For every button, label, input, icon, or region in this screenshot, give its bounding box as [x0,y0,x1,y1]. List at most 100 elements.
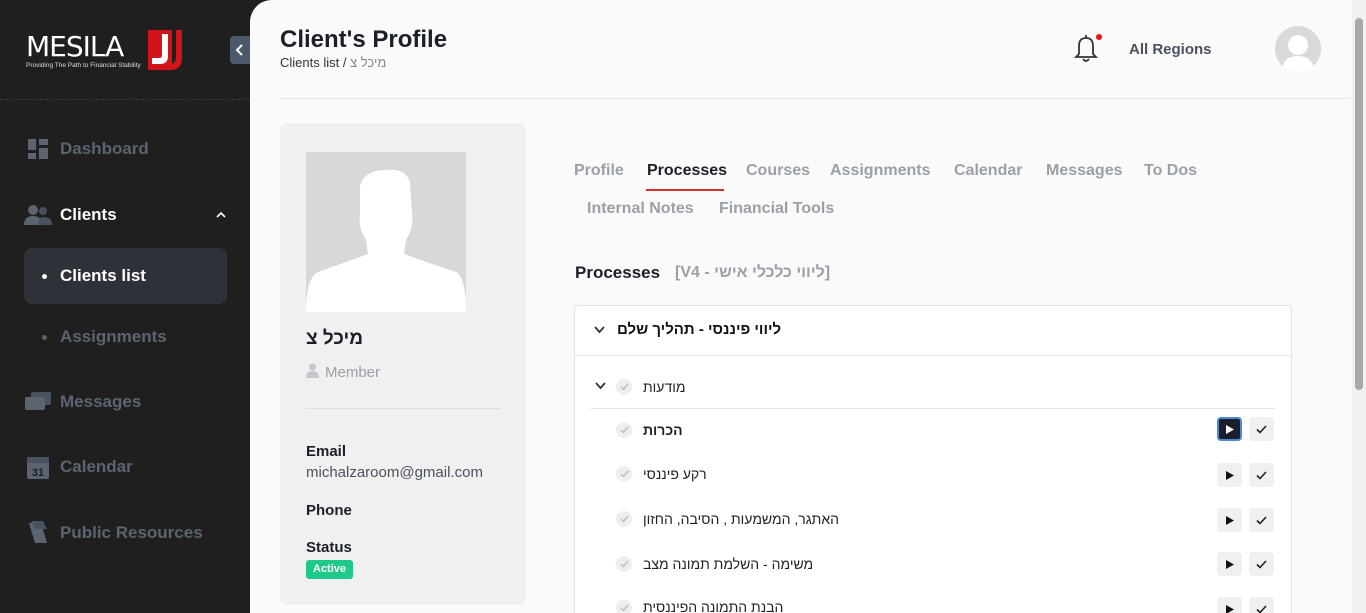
sidebar-item-label: Clients list [60,266,146,285]
sidebar: MESILA Providing The Path to Financial S… [0,0,250,613]
mark-complete-button[interactable] [1249,417,1274,441]
header-divider [280,98,1350,99]
tab-profile[interactable]: Profile [574,162,624,180]
play-icon [1225,424,1234,434]
check-icon [616,466,632,482]
region-selector[interactable]: All Regions [1129,41,1212,58]
sidebar-divider [0,99,250,100]
process-step-title[interactable]: האתגר, המשמעות , הסיבה, החזון [643,511,839,527]
sidebar-item-messages[interactable]: Messages [24,382,141,422]
client-name: מיכל צ [306,328,363,349]
profile-card: מיכל צ Member Email michalzaroom@gmail.c… [280,123,526,605]
avatar-silhouette-icon [1281,35,1315,72]
sidebar-item-clients-list[interactable]: Clients list [24,248,227,304]
mark-complete-button[interactable] [1249,552,1274,576]
chevron-down-icon[interactable] [595,378,606,393]
notification-bell-icon[interactable] [1074,34,1098,64]
status-badge: Active [306,560,354,579]
tab-todos[interactable]: To Dos [1144,162,1197,180]
sidebar-item-label: Calendar [60,457,133,476]
check-icon [616,511,632,527]
user-icon [306,363,319,382]
logo-j-mark [148,30,182,70]
check-icon [616,422,632,438]
check-icon [1256,424,1267,434]
chevron-left-icon [235,44,243,56]
check-icon [616,556,632,572]
email-label: Email [306,443,347,460]
play-button[interactable] [1217,417,1242,441]
processes-heading: Processes [575,263,661,282]
play-button[interactable] [1217,597,1242,613]
process-panel-header[interactable]: ליווי פיננסי - תהליך שלם [575,306,1291,356]
status-label: Status [306,539,352,556]
card-divider [306,408,500,409]
sidebar-item-label: Assignments [60,327,167,346]
bullet-icon [42,273,47,279]
page-scrollbar[interactable] [1352,0,1366,613]
scrollbar-thumb[interactable] [1355,18,1363,390]
role-label: Member [325,364,381,381]
mark-complete-button[interactable] [1249,597,1274,613]
tab-processes[interactable]: Processes [647,162,727,180]
logo-text: MESILA [26,30,124,63]
tab-calendar[interactable]: Calendar [954,162,1022,180]
chevron-down-icon[interactable] [594,322,605,337]
chevron-up-icon[interactable] [216,208,226,222]
phone-label: Phone [306,502,352,519]
mark-complete-button[interactable] [1249,508,1274,532]
check-icon [616,600,632,613]
profile-photo [306,152,466,312]
logo-tagline: Providing The Path to Financial Stabilit… [26,62,141,69]
sidebar-item-dashboard[interactable]: Dashboard [24,129,149,169]
sidebar-item-label: Messages [60,392,142,411]
tab-internal-notes[interactable]: Internal Notes [587,200,694,218]
process-step-title[interactable]: רקע פיננסי [643,466,707,482]
play-icon [1225,515,1234,525]
mesila-logo[interactable]: MESILA Providing The Path to Financial S… [26,28,196,76]
notification-dot [1096,34,1102,40]
sidebar-item-public-resources[interactable]: Public Resources [24,513,203,553]
process-step-title[interactable]: הבנת התמונה הפיננסית [643,599,783,613]
tab-courses[interactable]: Courses [746,162,810,180]
group-divider [591,408,1275,409]
sidebar-item-label: Dashboard [60,139,149,158]
breadcrumb: Clients list / מיכל צ [280,55,386,70]
sidebar-item-label: Clients [60,205,117,224]
person-silhouette-icon [306,169,466,312]
tab-assignments[interactable]: Assignments [830,162,930,180]
play-button[interactable] [1217,508,1242,532]
collapse-sidebar-button[interactable] [230,36,250,64]
sidebar-item-calendar[interactable]: 31 Calendar [24,447,133,487]
play-button[interactable] [1217,463,1242,487]
play-icon [1225,604,1234,613]
page-title: Client's Profile [280,26,448,53]
client-role: Member [306,363,380,382]
messages-icon [24,390,52,414]
process-step-title[interactable]: הכרות [643,422,683,438]
tab-messages[interactable]: Messages [1046,162,1123,180]
check-icon [616,379,632,395]
sidebar-item-assignments[interactable]: Assignments [24,309,227,365]
users-icon [24,203,52,227]
process-step-title[interactable]: משימה - השלמת תמונה מצב [643,556,813,572]
email-value: michalzaroom@gmail.com [306,464,483,481]
tab-financial-tools[interactable]: Financial Tools [719,200,834,218]
breadcrumb-parent-link[interactable]: Clients list / [280,55,346,70]
main-content: Client's Profile Clients list / מיכל צ A… [250,0,1366,613]
sidebar-item-label: Public Resources [60,523,203,542]
mark-complete-button[interactable] [1249,463,1274,487]
play-button[interactable] [1217,552,1242,576]
active-tab-indicator [646,189,724,191]
user-avatar[interactable] [1275,26,1321,72]
process-panel: ליווי פיננסי - תהליך שלם מודעות הכרות רק… [574,305,1292,613]
calendar-icon: 31 [24,455,52,479]
process-panel-title: ליווי פיננסי - תהליך שלם [617,321,782,338]
play-icon [1225,470,1234,480]
process-group-title[interactable]: מודעות [643,379,685,395]
sidebar-item-clients[interactable]: Clients [24,195,117,235]
breadcrumb-current: מיכל צ [350,55,387,70]
process-version-label: [V4 - ליווי כלכלי אישי] [675,264,831,281]
resources-icon [24,521,52,545]
check-icon [1256,515,1267,525]
